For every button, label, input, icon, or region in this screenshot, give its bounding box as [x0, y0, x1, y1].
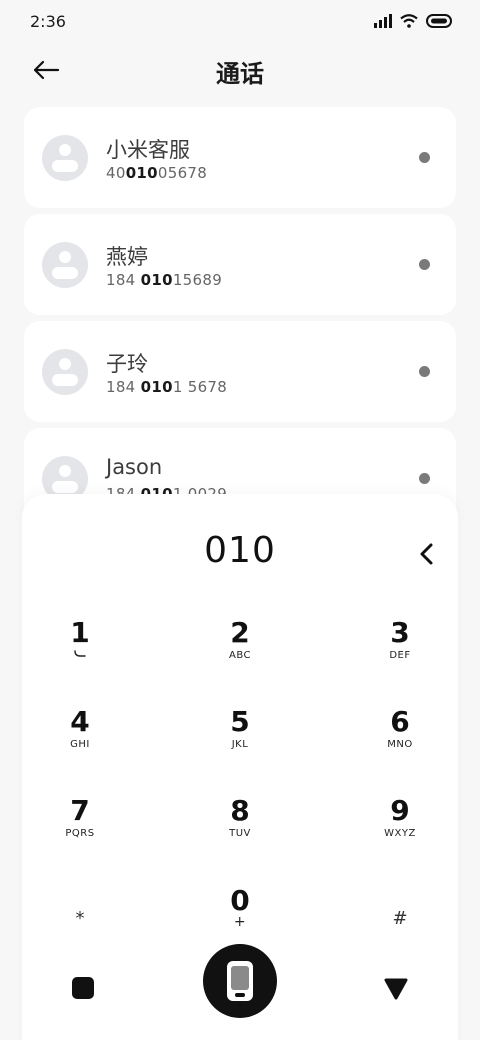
- key-digit: 3: [390, 616, 410, 649]
- dial-input-display: 010: [204, 530, 276, 571]
- key-letters: ABC: [228, 649, 251, 661]
- key-digit: 0: [230, 884, 250, 917]
- contact-number: 4001005678: [106, 164, 208, 182]
- contact-name: 子玲: [106, 352, 148, 376]
- delete-button[interactable]: [408, 536, 444, 572]
- key-symbol: *: [75, 908, 85, 929]
- key-digit: 5: [230, 705, 250, 738]
- battery-icon: [426, 14, 452, 28]
- contact-name: 小米客服: [106, 138, 190, 162]
- status-icons: [374, 14, 452, 28]
- key-digit: 9: [390, 794, 410, 827]
- more-dot-icon[interactable]: [419, 152, 430, 163]
- contact-number: 184 0101 5678: [106, 378, 228, 396]
- key-letters: MNO: [387, 738, 413, 750]
- contact-number: 184 01015689: [106, 271, 223, 289]
- contact-card[interactable]: 小米客服 4001005678: [24, 107, 456, 208]
- key-letters: DEF: [389, 649, 411, 661]
- key-star[interactable]: *: [20, 908, 140, 978]
- key-digit: 7: [70, 794, 90, 827]
- key-5[interactable]: 5 JKL: [180, 705, 300, 777]
- number-match: 010: [125, 164, 158, 182]
- key-hash[interactable]: #: [340, 908, 460, 978]
- triangle-button[interactable]: [383, 977, 409, 1001]
- more-dot-icon[interactable]: [419, 366, 430, 377]
- number-match: 010: [140, 271, 173, 289]
- key-7[interactable]: 7 PQRS: [20, 794, 140, 866]
- key-6[interactable]: 6 MNO: [340, 705, 460, 777]
- avatar: [42, 135, 88, 181]
- key-letters: +: [233, 913, 247, 930]
- wifi-icon: [400, 14, 418, 28]
- header: 通话: [0, 42, 480, 98]
- key-digit: 2: [230, 616, 250, 649]
- page-title: 通话: [216, 60, 264, 88]
- contact-name: 燕婷: [106, 245, 148, 269]
- avatar: [42, 242, 88, 288]
- triangle-down-icon: [384, 978, 408, 1000]
- key-digit: 8: [230, 794, 250, 827]
- key-digit: 4: [70, 705, 90, 738]
- signal-icon: [374, 14, 392, 28]
- key-letters: WXYZ: [384, 827, 416, 839]
- call-button[interactable]: [203, 944, 277, 1018]
- key-letters: GHI: [70, 738, 90, 750]
- key-digit: 6: [390, 705, 410, 738]
- key-letters: JKL: [231, 738, 249, 750]
- key-9[interactable]: 9 WXYZ: [340, 794, 460, 866]
- phone-icon: [227, 961, 253, 1001]
- status-bar: 2:36: [0, 0, 480, 42]
- status-time: 2:36: [30, 11, 66, 31]
- chevron-left-icon: [420, 543, 433, 565]
- key-3[interactable]: 3 DEF: [340, 616, 460, 688]
- key-2[interactable]: 2 ABC: [180, 616, 300, 688]
- avatar: [42, 349, 88, 395]
- key-4[interactable]: 4 GHI: [20, 705, 140, 777]
- key-letters: TUV: [229, 827, 251, 839]
- contact-name: Jason: [106, 455, 163, 479]
- more-dot-icon[interactable]: [419, 259, 430, 270]
- dial-pad: 010 1 2 ABC 3 DEF 4 GHI 5 JKL 6 MNO 7 PQ…: [22, 494, 458, 1040]
- voicemail-icon: [74, 650, 86, 657]
- contact-list: 小米客服 4001005678 燕婷 184 01015689 子玲 184 0…: [24, 107, 456, 535]
- key-letters: PQRS: [65, 827, 95, 839]
- square-button[interactable]: [72, 977, 94, 999]
- key-8[interactable]: 8 TUV: [180, 794, 300, 866]
- number-match: 010: [140, 378, 173, 396]
- key-symbol: #: [392, 908, 408, 929]
- more-dot-icon[interactable]: [419, 473, 430, 484]
- contact-card[interactable]: 子玲 184 0101 5678: [24, 321, 456, 422]
- contact-card[interactable]: 燕婷 184 01015689: [24, 214, 456, 315]
- key-1[interactable]: 1: [20, 616, 140, 688]
- key-digit: 1: [70, 616, 90, 649]
